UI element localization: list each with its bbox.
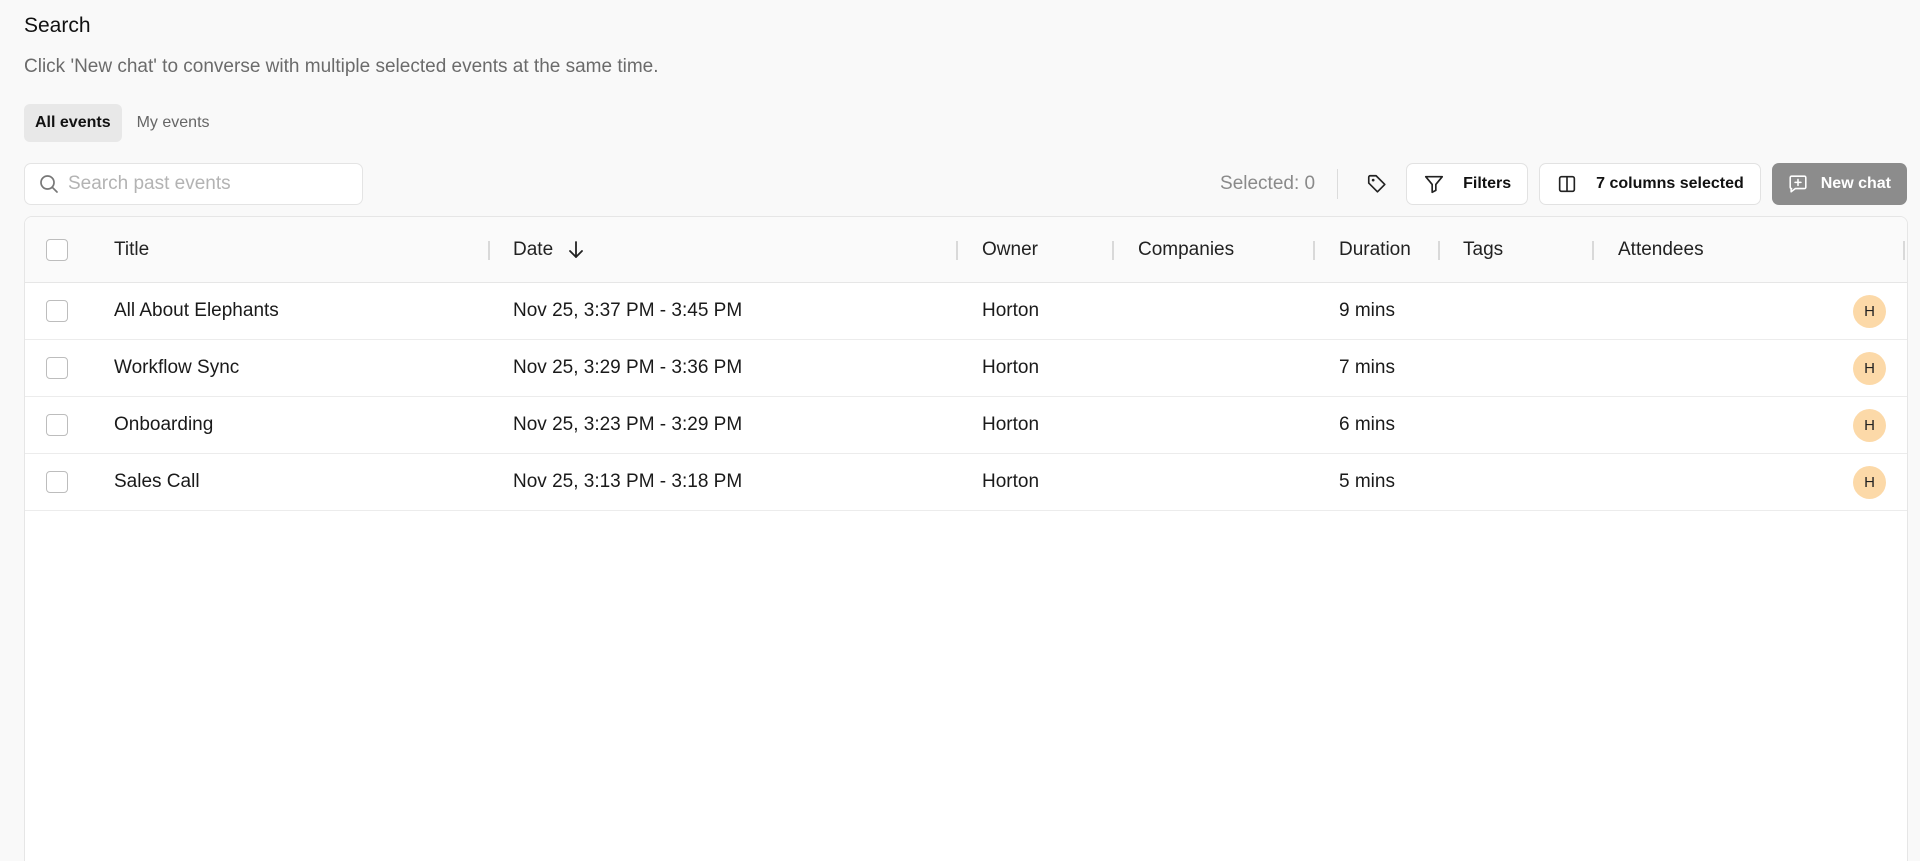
row-checkbox[interactable] [46,471,68,493]
search-icon [40,175,58,193]
column-resize-handle[interactable] [1903,241,1905,260]
toolbar: Selected: 0 Filters 7 columns sel [24,163,1907,205]
search-box[interactable] [24,163,363,205]
column-resize-handle[interactable] [488,241,490,260]
columns-button[interactable]: 7 columns selected [1539,163,1761,205]
tab-all-events[interactable]: All events [24,104,122,142]
attendee-avatar[interactable]: H [1853,352,1886,385]
cell-duration: 6 mins [1339,414,1395,435]
toolbar-actions: Selected: 0 Filters 7 columns selected N… [1220,163,1907,205]
cell-owner: Horton [982,300,1040,321]
cell-owner: Horton [982,471,1040,492]
cell-duration: 9 mins [1339,300,1395,321]
new-chat-label: New chat [1820,175,1891,192]
new-chat-button[interactable]: New chat [1771,163,1907,205]
columns-label: 7 columns selected [1596,175,1744,192]
tag-icon [1368,174,1386,193]
page-title: Search [24,14,91,37]
events-table: Title Date Owner Companies Duration Tags… [24,216,1908,861]
row-checkbox[interactable] [46,300,68,322]
column-attendees-label: Attendees [1618,239,1704,260]
filters-button[interactable]: Filters [1406,163,1529,205]
column-header-date[interactable]: Date [513,217,585,283]
column-header-title[interactable]: Title [114,217,149,283]
column-header-companies[interactable]: Companies [1138,217,1234,283]
new-chat-icon [1789,175,1807,193]
cell-date: Nov 25, 3:29 PM - 3:36 PM [513,357,743,378]
table-row[interactable]: Onboarding Nov 25, 3:23 PM - 3:29 PM Hor… [25,397,1907,454]
attendee-avatar[interactable]: H [1853,409,1886,442]
select-all-checkbox[interactable] [46,239,68,261]
attendee-avatar[interactable]: H [1853,466,1886,499]
column-owner-label: Owner [982,239,1038,260]
attendee-avatar[interactable]: H [1853,295,1886,328]
row-checkbox[interactable] [46,357,68,379]
column-companies-label: Companies [1138,239,1235,260]
event-tabs: All events My events [24,104,221,142]
arrow-down-icon [569,241,584,258]
cell-title: Sales Call [114,471,200,492]
table-row[interactable]: Sales Call Nov 25, 3:13 PM - 3:18 PM Hor… [25,454,1907,511]
cell-date: Nov 25, 3:13 PM - 3:18 PM [513,471,743,492]
cell-owner: Horton [982,414,1040,435]
column-resize-handle[interactable] [1313,241,1315,260]
cell-duration: 5 mins [1339,471,1395,492]
search-input[interactable] [68,173,348,195]
filters-label: Filters [1463,175,1512,192]
tab-my-events[interactable]: My events [126,104,221,142]
toolbar-divider [1337,169,1339,199]
column-duration-label: Duration [1339,239,1411,260]
cell-date: Nov 25, 3:37 PM - 3:45 PM [513,300,743,321]
cell-title: Workflow Sync [114,357,240,378]
column-resize-handle[interactable] [956,241,958,260]
column-header-owner[interactable]: Owner [982,217,1038,283]
column-resize-handle[interactable] [1112,241,1114,260]
page-subtitle: Click 'New chat' to converse with multip… [24,56,659,77]
page: Search Click 'New chat' to converse with… [0,0,1920,861]
row-checkbox[interactable] [46,414,68,436]
cell-title: Onboarding [114,414,214,435]
table-row[interactable]: Workflow Sync Nov 25, 3:29 PM - 3:36 PM … [25,340,1907,397]
selected-count: Selected: 0 [1220,173,1316,194]
column-resize-handle[interactable] [1438,241,1440,260]
tag-button[interactable] [1360,167,1394,201]
column-title-label: Title [114,239,150,260]
cell-date: Nov 25, 3:23 PM - 3:29 PM [513,414,743,435]
column-header-duration[interactable]: Duration [1339,217,1411,283]
cell-title: All About Elephants [114,300,279,321]
column-tags-label: Tags [1463,239,1504,260]
table-header: Title Date Owner Companies Duration Tags… [25,217,1907,283]
cell-owner: Horton [982,357,1040,378]
column-header-tags[interactable]: Tags [1463,217,1503,283]
column-date-label: Date [513,239,554,260]
column-header-attendees[interactable]: Attendees [1618,217,1704,283]
columns-icon [1558,175,1576,193]
column-resize-handle[interactable] [1592,241,1594,260]
filter-icon [1425,175,1444,194]
cell-duration: 7 mins [1339,357,1395,378]
table-row[interactable]: All About Elephants Nov 25, 3:37 PM - 3:… [25,283,1907,340]
